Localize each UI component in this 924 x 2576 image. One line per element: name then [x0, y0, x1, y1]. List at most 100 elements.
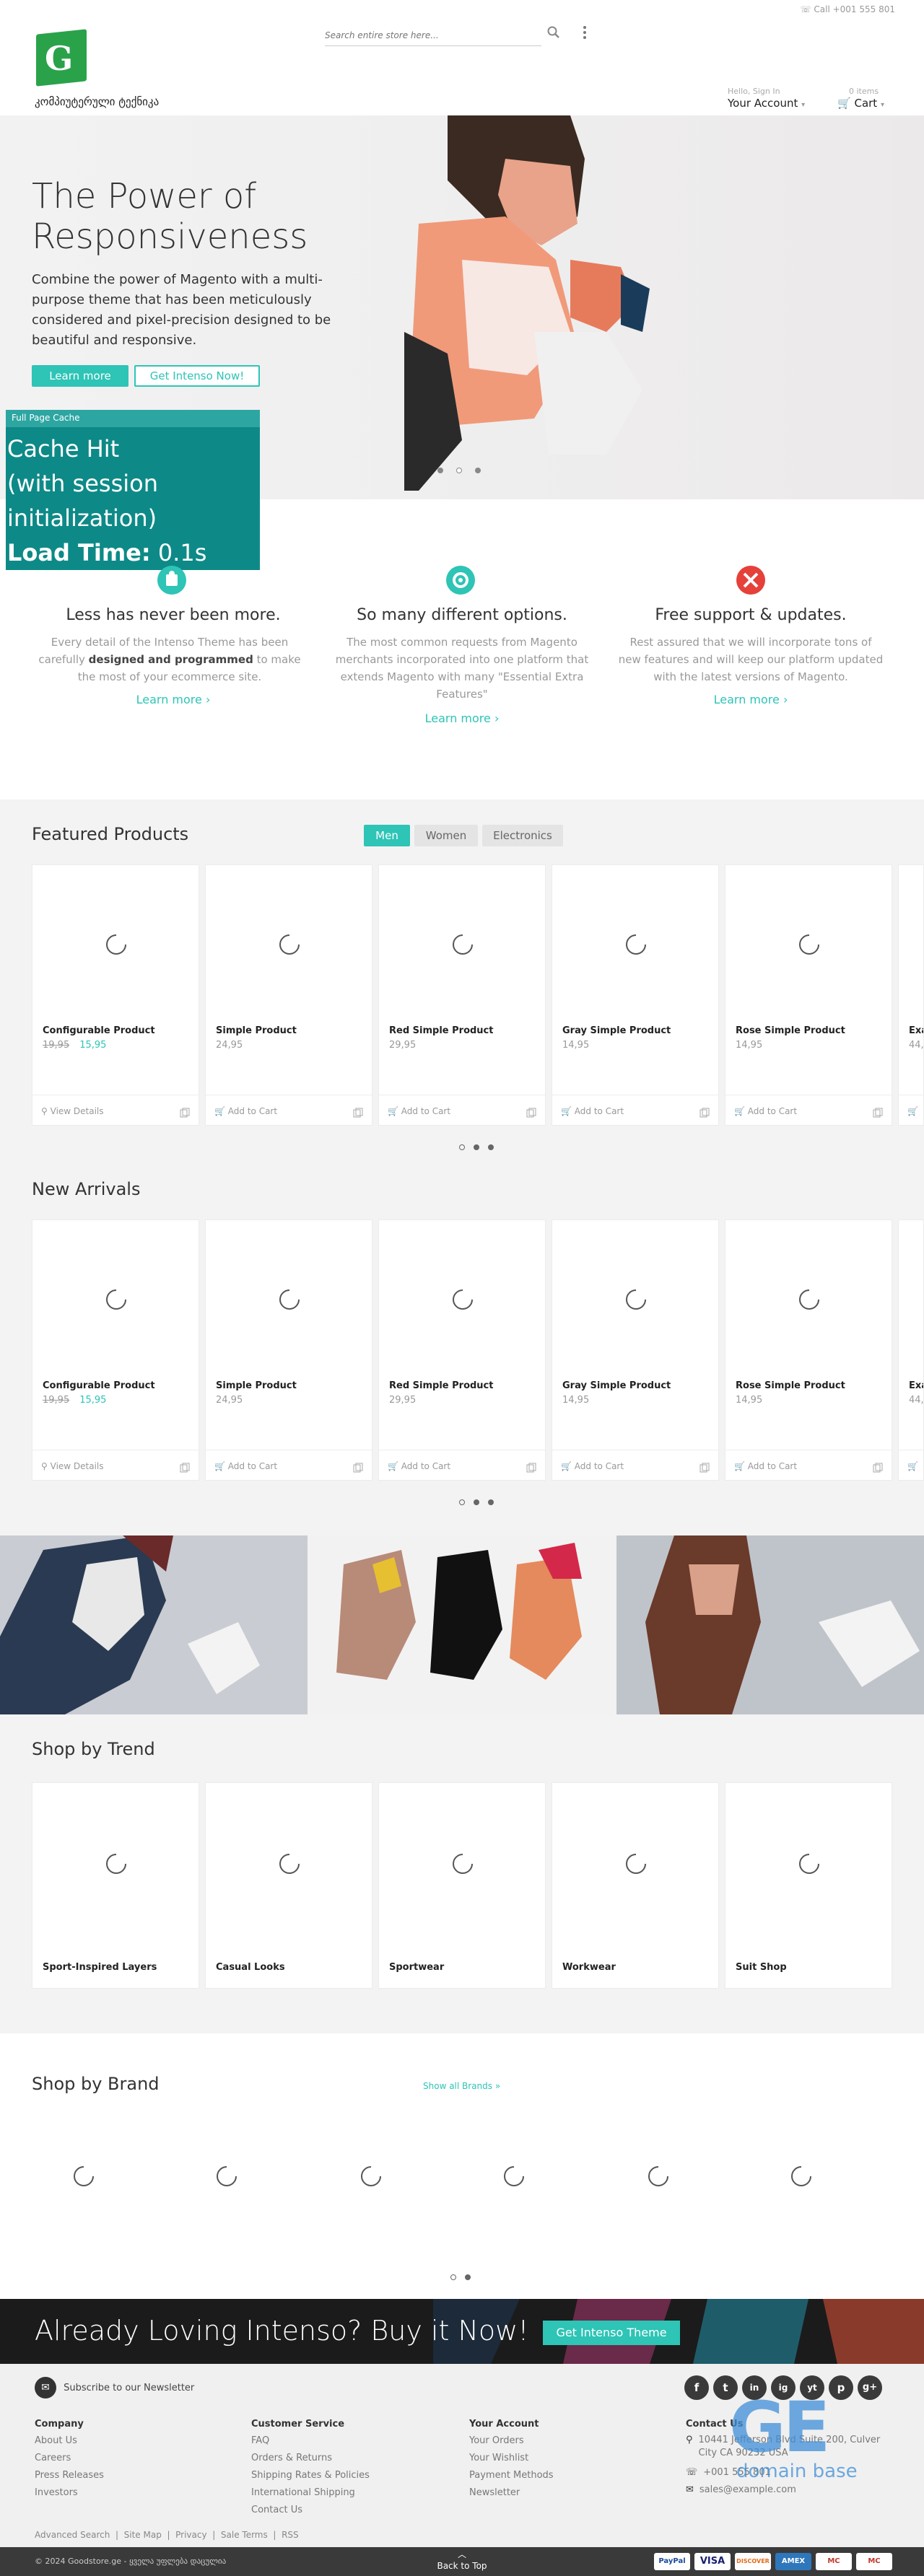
brand-dot-2[interactable]: [465, 2274, 471, 2280]
cart-menu[interactable]: 🛒 Cart ▾: [837, 97, 884, 110]
product-name[interactable]: Red Simple Product: [389, 1025, 493, 1036]
compare-icon[interactable]: [699, 1463, 710, 1473]
newsletter-link[interactable]: ✉ Subscribe to our Newsletter: [35, 2377, 194, 2398]
tab-men[interactable]: Men: [364, 825, 410, 846]
product-name[interactable]: Simple Product: [216, 1025, 297, 1036]
compare-icon[interactable]: [526, 1463, 536, 1473]
compare-icon[interactable]: [873, 1108, 883, 1118]
footer-link[interactable]: Payment Methods: [469, 2467, 554, 2484]
footer-link[interactable]: About Us: [35, 2432, 104, 2450]
product-card[interactable]: Exa 44, 🛒: [898, 864, 924, 1126]
feature-link-2[interactable]: Learn more ›: [325, 711, 599, 725]
add-to-cart-button[interactable]: 🛒 Add to Cart: [214, 1106, 277, 1116]
product-card[interactable]: Gray Simple Product 14,95 🛒 Add to Cart: [552, 864, 719, 1126]
add-to-cart-button[interactable]: 🛒 Add to Cart: [214, 1461, 277, 1471]
trend-card[interactable]: Suit Shop: [725, 1782, 892, 1989]
carousel-dot-1[interactable]: [459, 1144, 465, 1150]
footer-link[interactable]: Investors: [35, 2484, 104, 2502]
footer-link[interactable]: International Shipping: [251, 2484, 370, 2502]
carousel-dot-3[interactable]: [488, 1499, 494, 1505]
get-intenso-theme-button[interactable]: Get Intenso Theme: [543, 2321, 680, 2345]
banner-image-1[interactable]: [0, 1535, 308, 1714]
footer-bottom-link[interactable]: Site Map: [124, 2530, 162, 2540]
carousel-dot-2[interactable]: [474, 1499, 479, 1505]
banner-image-2[interactable]: [308, 1535, 616, 1714]
tab-electronics[interactable]: Electronics: [482, 825, 563, 846]
footer-link[interactable]: FAQ: [251, 2432, 370, 2450]
add-to-cart-button[interactable]: 🛒: [907, 1461, 918, 1471]
footer-link[interactable]: Newsletter: [469, 2484, 554, 2502]
banner-image-3[interactable]: [616, 1535, 924, 1714]
product-card[interactable]: Red Simple Product 29,95 🛒 Add to Cart: [378, 1219, 546, 1481]
product-card[interactable]: Red Simple Product 29,95 🛒 Add to Cart: [378, 864, 546, 1126]
feature-link-3[interactable]: Learn more ›: [614, 693, 888, 706]
add-to-cart-button[interactable]: 🛒 Add to Cart: [561, 1461, 624, 1471]
trend-card[interactable]: Sportwear: [378, 1782, 546, 1989]
trend-card[interactable]: Casual Looks: [205, 1782, 372, 1989]
footer-bottom-link[interactable]: Privacy: [175, 2530, 206, 2540]
account-menu[interactable]: Your Account ▾: [728, 97, 805, 110]
brand-dot-1[interactable]: [450, 2274, 456, 2280]
footer-link[interactable]: Press Releases: [35, 2467, 104, 2484]
product-card[interactable]: Exa 44, 🛒: [898, 1219, 924, 1481]
product-name[interactable]: Simple Product: [216, 1380, 297, 1391]
get-intenso-button[interactable]: Get Intenso Now!: [134, 365, 260, 387]
back-to-top-button[interactable]: ︿ Back to Top: [435, 2549, 489, 2572]
compare-icon[interactable]: [699, 1108, 710, 1118]
logo-mark[interactable]: G: [45, 39, 79, 78]
product-name[interactable]: Configurable Product: [43, 1025, 155, 1036]
show-all-brands-link[interactable]: Show all Brands »: [423, 2081, 500, 2091]
carousel-dot-2[interactable]: [474, 1144, 479, 1150]
product-name[interactable]: Exa: [909, 1380, 923, 1391]
add-to-cart-button[interactable]: 🛒 Add to Cart: [388, 1461, 450, 1471]
compare-icon[interactable]: [353, 1108, 363, 1118]
search-input[interactable]: [325, 26, 520, 45]
product-name[interactable]: Configurable Product: [43, 1380, 155, 1391]
footer-bottom-link[interactable]: Advanced Search: [35, 2530, 110, 2540]
learn-more-button[interactable]: Learn more: [32, 365, 128, 387]
tab-women[interactable]: Women: [414, 825, 478, 846]
compare-icon[interactable]: [526, 1108, 536, 1118]
facebook-icon[interactable]: f: [684, 2375, 709, 2400]
feature-link-1[interactable]: Learn more ›: [36, 693, 310, 706]
footer-link[interactable]: Your Wishlist: [469, 2450, 554, 2467]
product-card[interactable]: Configurable Product 19,95 15,95 ⚲ View Det…: [32, 1219, 199, 1481]
more-options-icon[interactable]: [582, 25, 588, 40]
footer-link[interactable]: Your Orders: [469, 2432, 554, 2450]
footer-bottom-link[interactable]: RSS: [282, 2530, 299, 2540]
product-card[interactable]: Rose Simple Product 14,95 🛒 Add to Cart: [725, 1219, 892, 1481]
product-name[interactable]: Exa: [909, 1025, 923, 1036]
contact-email[interactable]: ✉ sales@example.com: [686, 2481, 895, 2499]
view-details-button[interactable]: ⚲ View Details: [41, 1106, 104, 1116]
product-card[interactable]: Simple Product 24,95 🛒 Add to Cart: [205, 864, 372, 1126]
product-name[interactable]: Gray Simple Product: [562, 1025, 671, 1036]
product-name[interactable]: Rose Simple Product: [736, 1025, 845, 1036]
compare-icon[interactable]: [180, 1108, 190, 1118]
product-name[interactable]: Rose Simple Product: [736, 1380, 845, 1391]
add-to-cart-button[interactable]: 🛒 Add to Cart: [734, 1106, 797, 1116]
search-icon[interactable]: [547, 26, 560, 39]
compare-icon[interactable]: [353, 1463, 363, 1473]
compare-icon[interactable]: [873, 1463, 883, 1473]
add-to-cart-button[interactable]: 🛒: [907, 1106, 918, 1116]
product-card[interactable]: Gray Simple Product 14,95 🛒 Add to Cart: [552, 1219, 719, 1481]
slider-dot-2[interactable]: [456, 468, 462, 473]
slider-dot-1[interactable]: [437, 468, 443, 473]
trend-card[interactable]: Workwear: [552, 1782, 719, 1989]
product-name[interactable]: Red Simple Product: [389, 1380, 493, 1391]
footer-link[interactable]: Orders & Returns: [251, 2450, 370, 2467]
view-details-button[interactable]: ⚲ View Details: [41, 1461, 104, 1471]
product-card[interactable]: Simple Product 24,95 🛒 Add to Cart: [205, 1219, 372, 1481]
add-to-cart-button[interactable]: 🛒 Add to Cart: [734, 1461, 797, 1471]
add-to-cart-button[interactable]: 🛒 Add to Cart: [388, 1106, 450, 1116]
add-to-cart-button[interactable]: 🛒 Add to Cart: [561, 1106, 624, 1116]
slider-dot-3[interactable]: [475, 468, 481, 473]
product-card[interactable]: Configurable Product 19,95 15,95 ⚲ View Det…: [32, 864, 199, 1126]
footer-link[interactable]: Contact Us: [251, 2502, 370, 2519]
footer-bottom-link[interactable]: Sale Terms: [221, 2530, 268, 2540]
trend-card[interactable]: Sport-Inspired Layers: [32, 1782, 199, 1989]
footer-link[interactable]: Shipping Rates & Policies: [251, 2467, 370, 2484]
carousel-dot-1[interactable]: [459, 1499, 465, 1505]
compare-icon[interactable]: [180, 1463, 190, 1473]
product-card[interactable]: Rose Simple Product 14,95 🛒 Add to Cart: [725, 864, 892, 1126]
